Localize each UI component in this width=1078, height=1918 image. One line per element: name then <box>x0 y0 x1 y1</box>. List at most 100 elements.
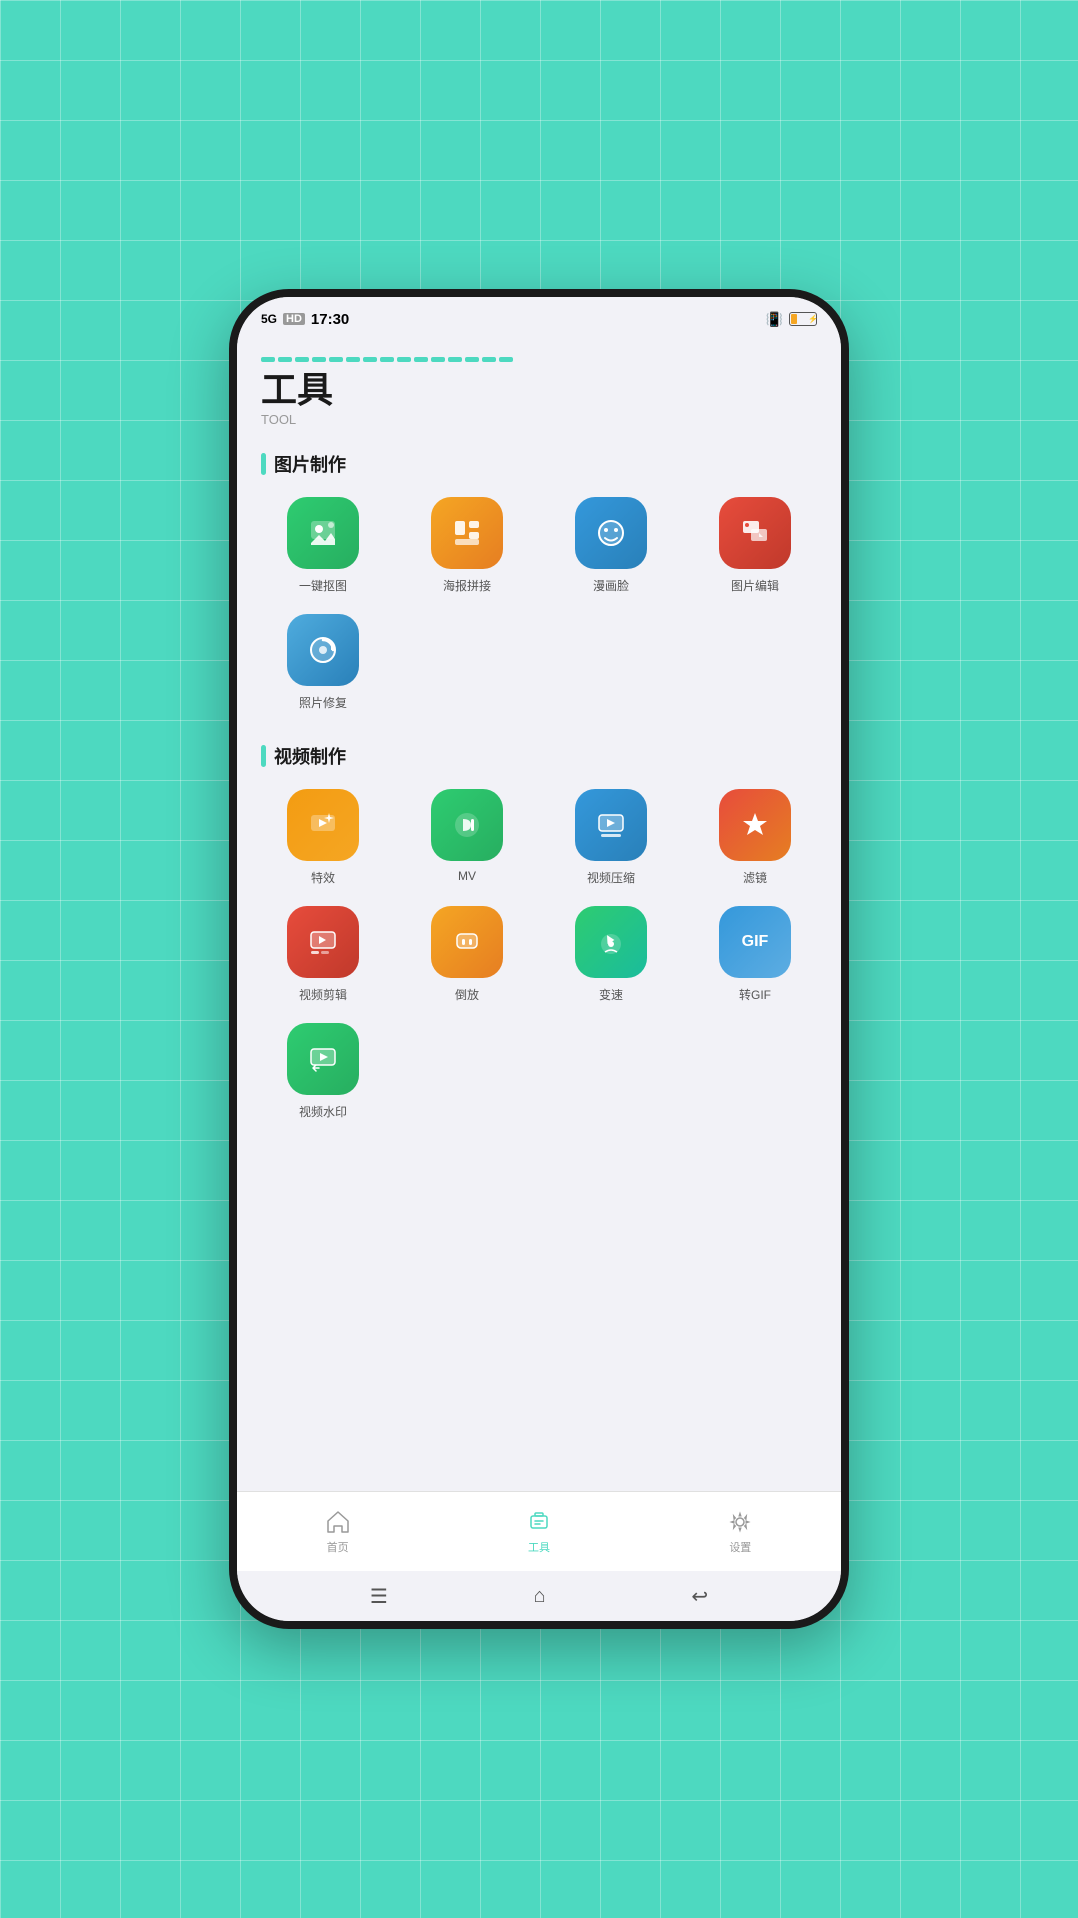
tool-compress[interactable]: 视频压缩 <box>549 789 673 886</box>
poster-icon-bg <box>431 497 503 569</box>
page-title-zh: 工具 <box>261 370 817 410</box>
stripe <box>363 357 377 362</box>
effect-icon-bg <box>287 789 359 861</box>
filter-icon <box>737 807 773 843</box>
stripe <box>295 357 309 362</box>
status-bar: 5G HD 17:30 📳 ⚡ <box>237 297 841 341</box>
tool-filter[interactable]: 滤镜 <box>693 789 817 886</box>
stripe <box>278 357 292 362</box>
speed-label: 变速 <box>599 986 623 1003</box>
stripe <box>499 357 513 362</box>
poster-label: 海报拼接 <box>443 577 491 594</box>
tool-speed[interactable]: 变速 <box>549 906 673 1003</box>
stripe <box>312 357 326 362</box>
section-title-image: 图片制作 <box>274 451 346 477</box>
home-nav-icon <box>325 1509 351 1535</box>
section-header-image: 图片制作 <box>261 451 817 477</box>
cut-label: 视频剪辑 <box>299 986 347 1003</box>
tool-cartoon[interactable]: 漫画脸 <box>549 497 673 594</box>
stripe <box>380 357 394 362</box>
signal-icon: 5G <box>261 312 277 326</box>
nav-home-label: 首页 <box>327 1539 349 1555</box>
speed-icon-bg <box>575 906 647 978</box>
compress-icon-bg <box>575 789 647 861</box>
mv-icon <box>449 807 485 843</box>
tool-repair[interactable]: 照片修复 <box>261 614 385 711</box>
tool-effect[interactable]: 特效 <box>261 789 385 886</box>
status-left: 5G HD 17:30 <box>261 311 349 328</box>
reverse-icon-bg <box>431 906 503 978</box>
watermark-icon-bg <box>287 1023 359 1095</box>
stripe <box>465 357 479 362</box>
back-button[interactable]: ↩ <box>691 1584 708 1609</box>
nav-tools[interactable]: 工具 <box>506 1501 572 1563</box>
tool-reverse[interactable]: 倒放 <box>405 906 529 1003</box>
cartoon-icon <box>593 515 629 551</box>
cut-icon-bg <box>287 906 359 978</box>
nav-settings-label: 设置 <box>729 1539 751 1555</box>
repair-label: 照片修复 <box>299 694 347 711</box>
compress-label: 视频压缩 <box>587 869 635 886</box>
video-section: 视频制作 特效 <box>261 743 817 1120</box>
cartoon-label: 漫画脸 <box>593 577 629 594</box>
watermark-icon <box>305 1041 341 1077</box>
editor-icon-bg <box>719 497 791 569</box>
stripe <box>448 357 462 362</box>
mv-label: MV <box>458 869 476 883</box>
watermark-label: 视频水印 <box>299 1103 347 1120</box>
compress-icon <box>593 807 629 843</box>
editor-label: 图片编辑 <box>731 577 779 594</box>
tool-editor[interactable]: 图片编辑 <box>693 497 817 594</box>
cartoon-icon-bg <box>575 497 647 569</box>
tool-mv[interactable]: MV <box>405 789 529 886</box>
video-grid: 特效 MV <box>261 789 817 1120</box>
vibrate-icon: 📳 <box>766 311 783 328</box>
network-icon: HD <box>283 313 305 325</box>
poster-icon <box>449 515 485 551</box>
stripe <box>329 357 343 362</box>
bottom-nav: 首页 工具 设置 <box>237 1491 841 1571</box>
battery-icon: ⚡ <box>789 312 817 326</box>
nav-home[interactable]: 首页 <box>305 1501 371 1563</box>
tool-cut[interactable]: 视频剪辑 <box>261 906 385 1003</box>
tool-cutout[interactable]: 一键抠图 <box>261 497 385 594</box>
image-grid: 一键抠图 海报拼接 <box>261 497 817 711</box>
tools-nav-icon <box>526 1509 552 1535</box>
gif-icon-bg: GIF <box>719 906 791 978</box>
phone-frame: 5G HD 17:30 📳 ⚡ <box>229 289 849 1629</box>
stripe <box>431 357 445 362</box>
status-time: 17:30 <box>311 311 349 328</box>
cutout-icon <box>305 515 341 551</box>
nav-settings[interactable]: 设置 <box>707 1501 773 1563</box>
section-title-video: 视频制作 <box>274 743 346 769</box>
cutout-icon-bg <box>287 497 359 569</box>
effect-icon <box>305 807 341 843</box>
cutout-label: 一键抠图 <box>299 577 347 594</box>
stripe <box>261 357 275 362</box>
filter-label: 滤镜 <box>743 869 767 886</box>
settings-nav-icon <box>727 1509 753 1535</box>
home-indicator: ☰ ⌂ ↩ <box>237 1571 841 1621</box>
section-header-video: 视频制作 <box>261 743 817 769</box>
home-button[interactable]: ⌂ <box>534 1585 546 1608</box>
menu-button[interactable]: ☰ <box>370 1584 388 1609</box>
repair-icon <box>305 632 341 668</box>
section-dot <box>261 453 266 475</box>
stripe <box>346 357 360 362</box>
section-dot-video <box>261 745 266 767</box>
nav-tools-label: 工具 <box>528 1539 550 1555</box>
tool-poster[interactable]: 海报拼接 <box>405 497 529 594</box>
reverse-icon <box>449 924 485 960</box>
stripe <box>482 357 496 362</box>
tool-watermark[interactable]: 视频水印 <box>261 1023 385 1120</box>
speed-icon <box>593 924 629 960</box>
stripe <box>397 357 411 362</box>
stripe <box>414 357 428 362</box>
main-content: 工具 TOOL 图片制作 <box>237 341 841 1507</box>
mv-icon-bg <box>431 789 503 861</box>
header-stripes <box>261 357 817 362</box>
tool-gif[interactable]: GIF 转GIF <box>693 906 817 1003</box>
gif-label: 转GIF <box>739 986 771 1003</box>
effect-label: 特效 <box>311 869 335 886</box>
image-section: 图片制作 一键抠图 <box>261 451 817 711</box>
